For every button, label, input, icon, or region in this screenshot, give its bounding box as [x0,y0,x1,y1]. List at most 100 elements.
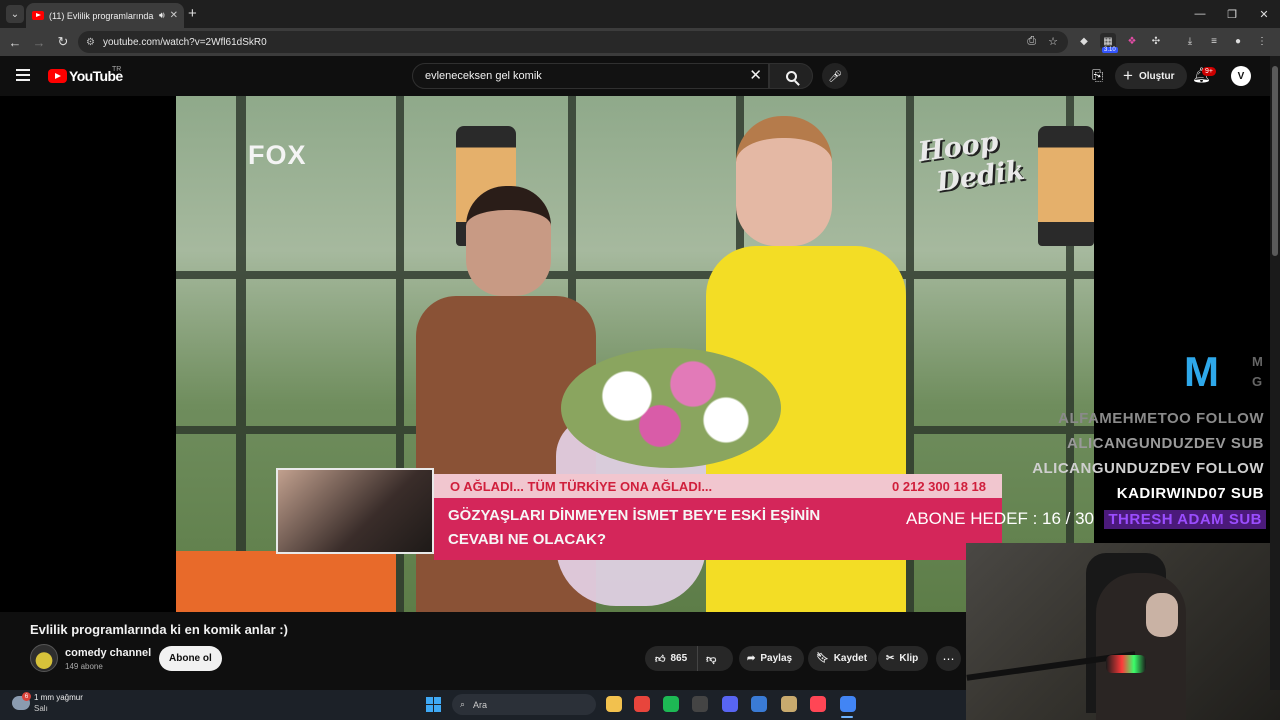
spotify-icon[interactable] [663,696,679,712]
account-avatar[interactable]: V [1231,66,1251,86]
reading-list-icon[interactable]: ≡ [1206,33,1222,49]
more-actions-button[interactable]: ⋯ [936,646,961,671]
microphone-icon [1106,655,1146,673]
voice-search-button[interactable]: 🎤︎ [822,63,848,89]
new-tab-button[interactable]: + [188,5,197,23]
address-bar[interactable]: ⚙ youtube.com/watch?v=2Wfl61dSkR0 ⎙ ☆ [78,31,1068,53]
forward-button[interactable]: → [30,33,48,51]
tv-channel-logo: FOX [248,140,307,170]
browser-menu-icon[interactable]: ⋮ [1254,33,1270,49]
extension-diamond-icon[interactable]: ◆ [1076,33,1092,49]
window-controls: — ❐ ✕ [1184,0,1280,28]
youtube-favicon-icon [32,11,44,20]
inset-video-clip [276,468,434,554]
taskbar-search[interactable]: ⌕ Ara [452,694,596,715]
discord-icon[interactable] [722,696,738,712]
page-scrollbar[interactable] [1270,56,1280,690]
search-query: evleneceksen gel komik [425,70,542,82]
headline-line2: CEVABI NE OLACAK? [448,531,607,548]
channel-name[interactable]: comedy channel [65,647,151,659]
tab-title: (11) Evlilik programlarında ki [49,10,154,21]
like-button[interactable]: 👍︎ 865 [645,646,699,671]
extensions-puzzle-icon[interactable]: ✣ [1148,33,1164,49]
profile-icon[interactable]: ● [1230,33,1246,49]
like-dislike-group: 👍︎ 865 👎︎ [645,646,733,671]
clip-label: Klip [899,653,919,664]
youtube-play-icon [48,69,67,83]
country-code: TR [112,66,122,73]
lower-third-headline: GÖZYAŞLARI DİNMEYEN İSMET BEY'E ESKİ EŞİ… [434,498,1002,560]
video-title: Evlilik programlarında ki en komik anlar… [30,622,288,637]
search-input[interactable]: evleneceksen gel komik ✕ [412,63,769,89]
browser-tab-active[interactable]: (11) Evlilik programlarında ki 🔊︎ ✕ [26,3,184,28]
search-icon [785,70,797,82]
tab-search-button[interactable]: ⌄ [6,5,24,23]
save-label: Kaydet [833,653,868,664]
active-app-indicator [841,716,853,718]
menu-icon[interactable] [16,69,30,81]
orange-sofa [176,551,396,612]
alert-item-highlight: THRESH ADAM SUB [1104,510,1266,529]
taskbar-search-placeholder: Ara [473,699,488,710]
weather-day: Salı [34,704,48,713]
lower-third-ticker: O AĞLADI... TÜM TÜRKİYE ONA AĞLADI... 0 … [434,474,1002,498]
reload-button[interactable]: ↻ [54,33,72,51]
subscriber-goal: ABONE HEDEF : 16 / 30 [906,509,1095,528]
create-label: Oluştur [1138,70,1175,82]
share-label: Paylaş [760,653,793,664]
stream-logo-icon [1184,348,1248,396]
alert-item: KADIRWIND07 SUB [1116,485,1264,502]
save-button[interactable]: 🔖︎ Kaydet [808,646,878,671]
plus-icon: + [1123,66,1133,85]
search-icon: ⌕ [460,699,466,709]
youtube-header: YouTube TR evleneceksen gel komik ✕ 🎤︎ ⎘… [0,56,1280,96]
network-icon[interactable] [751,696,767,712]
league-icon[interactable] [781,696,797,712]
dislike-button[interactable]: 👎︎ [698,653,724,665]
back-button[interactable]: ← [6,33,24,51]
bookmark-icon: 🔖︎ [816,653,829,664]
restore-button[interactable]: ❐ [1216,0,1248,28]
chrome-icon-active[interactable] [840,696,856,712]
search-button[interactable] [769,63,813,89]
thumbs-up-icon: 👍︎ [655,653,666,665]
close-tab-icon[interactable]: ✕ [170,10,178,21]
share-button[interactable]: ➦ Paylaş [739,646,805,671]
ticker-phone: 0 212 300 18 18 [892,478,986,494]
alert-item: ALICANGUNDUZDEV SUB [1067,435,1264,452]
scrollbar-thumb[interactable] [1272,66,1278,256]
chrome-icon[interactable] [634,696,650,712]
clip-button[interactable]: ✂ Klip [878,646,929,671]
file-explorer-icon[interactable] [606,696,622,712]
thumbs-down-icon: 👎︎ [706,653,717,665]
stream-logo-side: MG [1252,354,1263,389]
bookmark-star-icon[interactable]: ☆ [1048,35,1058,48]
share-arrow-icon: ➦ [747,653,756,664]
channel-avatar[interactable] [30,644,58,672]
subscriber-count: 149 abone [65,662,103,671]
extension-pink-icon[interactable]: ❖ [1124,33,1140,49]
extensions-bar: ◆ ▦ 3.10 ❖ ✣ ⤓ ≡ ● ⋮ [1076,33,1270,53]
clear-search-icon[interactable]: ✕ [749,67,762,85]
scissors-icon: ✂ [886,653,895,664]
screen: ⌄ (11) Evlilik programlarında ki 🔊︎ ✕ + … [0,0,1280,720]
install-app-icon[interactable]: ⎙ [1027,35,1036,48]
speaker-icon[interactable]: 🔊︎ [159,10,165,21]
webcam-overlay [966,543,1280,720]
video-frame[interactable]: FOX Hoop Dedik O AĞLADI... TÜM TÜRKİYE O… [176,96,1094,612]
close-window-button[interactable]: ✕ [1248,0,1280,28]
minimize-button[interactable]: — [1184,0,1216,28]
subscribe-button[interactable]: Abone ol [159,646,222,671]
create-button[interactable]: + Oluştur [1115,63,1187,89]
downloads-icon[interactable]: ⤓ [1182,33,1198,49]
windows-start-icon[interactable] [426,697,441,712]
cast-icon[interactable]: ⎘ [1092,67,1103,84]
microphone-icon: 🎤︎ [828,70,842,83]
obs-icon[interactable] [692,696,708,712]
valorant-icon[interactable] [810,696,826,712]
extension-calendar-icon[interactable]: ▦ 3.10 [1100,33,1118,53]
weather-text[interactable]: 1 mm yağmur [34,693,83,702]
site-info-icon[interactable]: ⚙ [86,37,95,48]
weather-badge: 6 [22,692,31,701]
extension-badge: 3.10 [1102,47,1118,53]
